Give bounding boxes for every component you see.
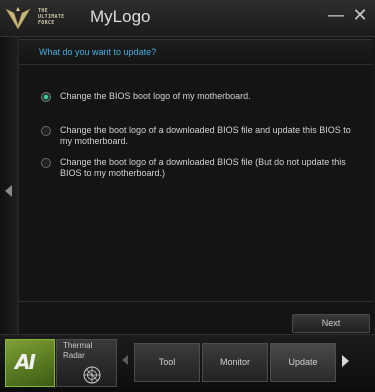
- title-bar[interactable]: THE ULTIMATE FORCE MyLogo — ✕: [0, 0, 375, 37]
- radio-button[interactable]: [41, 126, 51, 136]
- dock-scroll-left-icon[interactable]: [122, 355, 128, 365]
- dock-scroll-right-icon[interactable]: [342, 355, 349, 367]
- main-panel: What do you want to update? Change the B…: [19, 37, 373, 334]
- option-update-bios-logo[interactable]: Change the BIOS boot logo of my motherbo…: [41, 91, 361, 105]
- radio-button[interactable]: [41, 158, 51, 168]
- option-downloaded-and-update[interactable]: Change the boot logo of a downloaded BIO…: [41, 125, 361, 149]
- option-label: Change the boot logo of a downloaded BIO…: [60, 125, 351, 146]
- option-label: Change the BIOS boot logo of my motherbo…: [60, 91, 251, 101]
- ai-suite-button[interactable]: AI: [5, 339, 55, 387]
- bottom-dock: AI Thermal Radar Tool Monitor Update: [0, 334, 375, 392]
- window-title: MyLogo: [90, 7, 151, 26]
- thermal-radar-button[interactable]: Thermal Radar: [56, 339, 117, 387]
- tab-update[interactable]: Update: [270, 343, 336, 382]
- option-downloaded-no-update[interactable]: Change the boot logo of a downloaded BIO…: [41, 157, 361, 181]
- logo-text: THE ULTIMATE FORCE: [38, 8, 65, 26]
- left-rail[interactable]: [0, 37, 19, 334]
- radar-icon: [83, 366, 101, 384]
- close-icon[interactable]: ✕: [350, 6, 370, 26]
- divider: [19, 301, 373, 302]
- mylogo-window: THE ULTIMATE FORCE MyLogo — ✕ What do yo…: [0, 0, 375, 392]
- ai-suite-label: AI: [15, 350, 36, 374]
- left-arrow-icon[interactable]: [5, 185, 12, 197]
- tab-tool[interactable]: Tool: [134, 343, 200, 382]
- question-bar: What do you want to update?: [19, 39, 373, 65]
- next-button[interactable]: Next: [292, 314, 370, 333]
- tab-monitor[interactable]: Monitor: [202, 343, 268, 382]
- minimize-icon[interactable]: —: [326, 6, 346, 26]
- question-text: What do you want to update?: [39, 47, 157, 57]
- option-label: Change the boot logo of a downloaded BIO…: [60, 157, 346, 178]
- radio-button-selected[interactable]: [41, 92, 51, 102]
- thermal-radar-label: Thermal Radar: [63, 341, 93, 360]
